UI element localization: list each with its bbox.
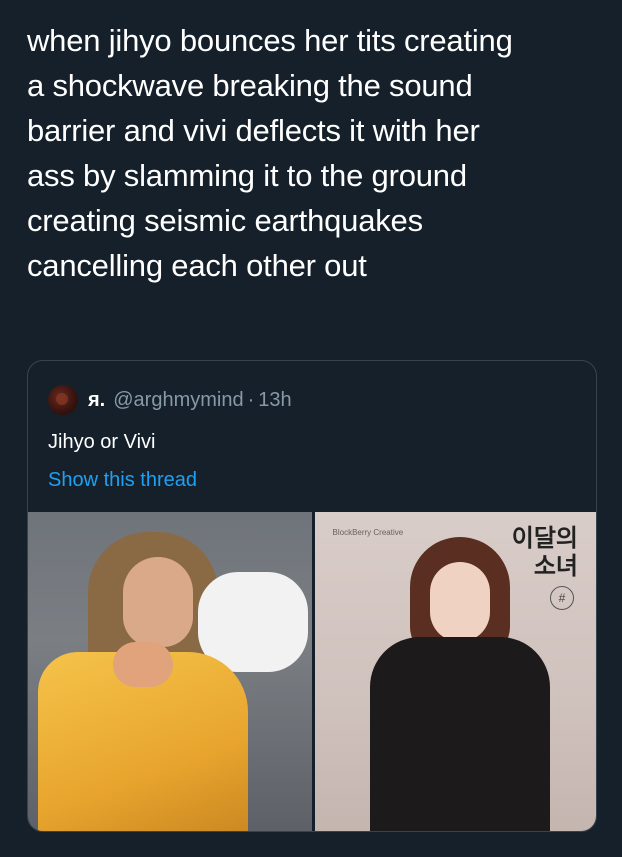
brand-logo: BlockBerry Creative [332, 528, 404, 537]
avatar[interactable] [48, 385, 78, 415]
photo-figure-sleeve [198, 572, 308, 672]
hash-badge: # [550, 586, 574, 610]
tweet-text-line: ass by slamming it to the ground [27, 158, 467, 193]
show-thread-link[interactable]: Show this thread [48, 469, 197, 492]
photo-jihyo[interactable] [28, 512, 312, 831]
quoted-tweet-card[interactable]: я. @arghmymind · 13h Jihyo or Vivi Show … [27, 360, 597, 832]
separator-dot: · [247, 388, 255, 411]
timestamp[interactable]: 13h [258, 389, 291, 412]
photo-figure-face [429, 562, 490, 642]
photo-figure-body [369, 637, 550, 831]
poster-title-line: 이달의 [511, 524, 578, 552]
quoted-tweet-header: я. @arghmymind · 13h [48, 385, 292, 415]
quoted-tweet-text: Jihyo or Vivi [48, 431, 156, 453]
poster-title-line: 소녀 [533, 552, 578, 580]
tweet-text-line: when jihyo bounces her tits creating [27, 23, 513, 58]
tweet-text-line: creating seismic earthquakes [27, 203, 423, 238]
tweet-text-line: cancelling each other out [27, 248, 367, 283]
display-name[interactable]: я. [88, 389, 105, 412]
tweet-text-line: barrier and vivi deflects it with her [27, 113, 480, 148]
tweet-text: when jihyo bounces her tits creating a s… [27, 18, 607, 288]
poster-title: 이달의 소녀 [512, 524, 578, 580]
user-handle[interactable]: @arghmymind [113, 389, 243, 412]
media-grid: BlockBerry Creative 이달의 소녀 # [28, 512, 596, 831]
photo-figure-face [123, 557, 193, 647]
tweet-text-line: a shockwave breaking the sound [27, 68, 473, 103]
photo-figure-hand [113, 642, 173, 687]
photo-vivi[interactable]: BlockBerry Creative 이달의 소녀 # [314, 512, 596, 831]
